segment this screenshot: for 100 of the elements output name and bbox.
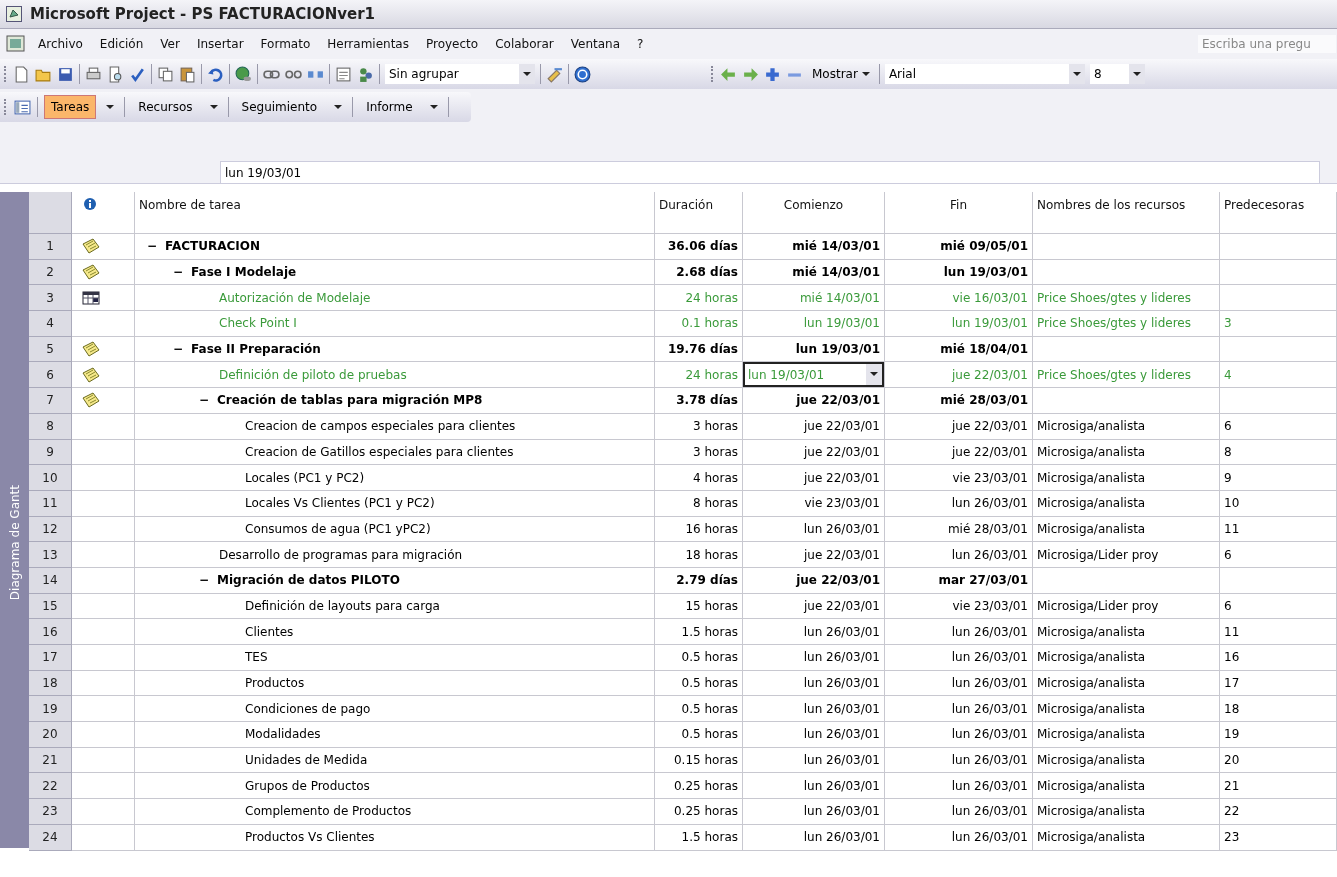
save-icon[interactable]: [57, 65, 74, 83]
table-cell: 24 horas: [655, 285, 743, 312]
table-cell: Microsiga/analista: [1033, 645, 1220, 671]
row-number[interactable]: 8: [29, 413, 72, 440]
row-number[interactable]: 19: [29, 696, 72, 723]
note-icon[interactable]: [82, 341, 100, 358]
table-cell: lun 26/03/01: [743, 773, 885, 800]
menu-item[interactable]: Ventana: [570, 37, 621, 51]
row-number[interactable]: 7: [29, 388, 72, 414]
task-name: Unidades de Medida: [244, 753, 368, 768]
date-dropdown[interactable]: lun 19/03/01: [743, 362, 884, 388]
table-cell: lun 26/03/01: [885, 542, 1033, 568]
row-number[interactable]: 15: [29, 593, 72, 620]
row-number[interactable]: 14: [29, 567, 72, 594]
corner-cell[interactable]: [29, 192, 72, 234]
help-icon[interactable]: [574, 65, 591, 83]
row-number[interactable]: 23: [29, 799, 72, 825]
entry-field[interactable]: lun 19/03/01: [220, 161, 1320, 183]
table-cell: 15 horas: [655, 593, 743, 620]
view-tab[interactable]: Seguimiento: [234, 95, 325, 119]
row-number[interactable]: 11: [29, 490, 72, 517]
new-document-icon[interactable]: [13, 65, 30, 83]
view-tab[interactable]: Tareas: [44, 95, 97, 119]
task-name: Grupos de Productos: [244, 778, 370, 793]
task-name: − Fase I Modelaje: [172, 265, 297, 280]
table-cell: 20: [1220, 747, 1337, 774]
table-cell: Price Shoes/gtes y lideres: [1033, 285, 1220, 312]
plus-icon[interactable]: [764, 65, 781, 83]
row-number[interactable]: 16: [29, 619, 72, 645]
menu-item[interactable]: Edición: [99, 37, 144, 51]
task-name: Desarrollo de programas para migración: [218, 547, 463, 562]
column-header[interactable]: Duración: [655, 192, 743, 234]
row-number[interactable]: 12: [29, 516, 72, 543]
column-header[interactable]: Nombres de los recursos: [1033, 192, 1220, 234]
view-list-icon[interactable]: [14, 98, 31, 116]
column-header[interactable]: Nombre de tarea: [135, 192, 655, 234]
row-number[interactable]: 20: [29, 722, 72, 748]
view-tab[interactable]: Informe: [359, 95, 420, 119]
table-cell: Microsiga/Lider proy: [1033, 593, 1220, 620]
table-cell: 1.5 horas: [655, 824, 743, 851]
table-cell: vie 16/03/01: [885, 285, 1033, 312]
menu-item[interactable]: Formato: [260, 37, 311, 51]
row-number[interactable]: 9: [29, 439, 72, 466]
row-number[interactable]: 22: [29, 773, 72, 800]
menu-item[interactable]: ?: [637, 37, 644, 51]
menu-item[interactable]: Proyecto: [426, 37, 479, 51]
row-number[interactable]: 4: [29, 311, 72, 337]
table-cell: mar 27/03/01: [885, 567, 1033, 594]
table-cell: 23: [1220, 824, 1337, 851]
view-tab[interactable]: Recursos: [131, 95, 200, 119]
column-header[interactable]: Fin: [885, 192, 1033, 234]
table-cell: jue 22/03/01: [743, 593, 885, 620]
calendar-icon[interactable]: [82, 289, 100, 306]
help-search-field[interactable]: Escriba una pregu: [1197, 34, 1337, 54]
row-number[interactable]: 21: [29, 747, 72, 774]
column-header[interactable]: Comienzo: [743, 192, 885, 234]
task-information-icon[interactable]: [335, 65, 352, 83]
table-cell: 10: [1220, 490, 1337, 517]
row-number[interactable]: 2: [29, 259, 72, 286]
font-size-dropdown[interactable]: 8: [1089, 64, 1145, 84]
menu-item[interactable]: Ver: [160, 37, 180, 51]
note-icon[interactable]: [82, 264, 100, 281]
copy-icon[interactable]: [157, 65, 174, 83]
paste-icon[interactable]: [179, 65, 196, 83]
wizard-icon[interactable]: [546, 65, 563, 83]
table-cell: 19.76 días: [655, 336, 743, 363]
column-header[interactable]: Predecesoras: [1220, 192, 1337, 234]
menu-item[interactable]: Archivo: [38, 37, 83, 51]
table-cell: 6: [1220, 542, 1337, 568]
people-icon[interactable]: [357, 65, 374, 83]
app-icon: [6, 6, 22, 22]
table-cell: 3.78 días: [655, 388, 743, 414]
row-number[interactable]: 17: [29, 645, 72, 671]
row-number[interactable]: 6: [29, 362, 72, 389]
print-preview-icon[interactable]: [107, 65, 124, 83]
task-name: − Creación de tablas para migración MP8: [198, 393, 483, 408]
table-cell: lun 26/03/01: [885, 722, 1033, 748]
group-by-dropdown[interactable]: Sin agrupar: [385, 64, 535, 84]
row-number[interactable]: 1: [29, 234, 72, 260]
row-number[interactable]: 13: [29, 542, 72, 568]
task-name: Modalidades: [244, 727, 321, 742]
menu-item[interactable]: Colaborar: [495, 37, 554, 51]
undo-icon[interactable]: [207, 65, 224, 83]
row-number[interactable]: 18: [29, 670, 72, 697]
menu-item[interactable]: Herramientas: [327, 37, 409, 51]
font-dropdown[interactable]: Arial: [884, 64, 1085, 84]
row-number[interactable]: 10: [29, 465, 72, 491]
menu-item[interactable]: Insertar: [196, 37, 244, 51]
row-number[interactable]: 5: [29, 336, 72, 363]
row-number[interactable]: 24: [29, 824, 72, 851]
show-menu-button[interactable]: Mostrar: [808, 67, 874, 81]
row-number[interactable]: 3: [29, 285, 72, 312]
note-icon[interactable]: [82, 366, 100, 383]
table-cell: lun 26/03/01: [885, 696, 1033, 723]
table-cell: 2.79 días: [655, 567, 743, 594]
note-icon[interactable]: [82, 238, 100, 255]
table-cell: 2.68 días: [655, 259, 743, 286]
table-cell: Microsiga/analista: [1033, 670, 1220, 697]
globe-icon[interactable]: [235, 65, 252, 83]
note-icon[interactable]: [82, 392, 100, 409]
